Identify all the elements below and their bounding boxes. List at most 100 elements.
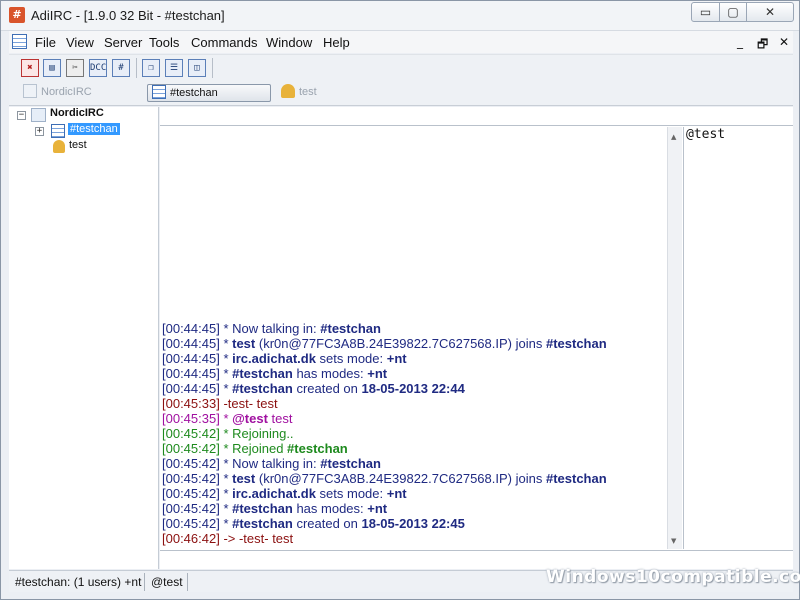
menu-help[interactable]: Help xyxy=(323,35,350,50)
message-line: [00:45:42] * #testchan has modes: +nt xyxy=(162,501,387,516)
message-line: [00:45:33] -test- test xyxy=(162,396,278,411)
message-line: [00:45:42] * Rejoined #testchan xyxy=(162,441,348,456)
status-separator xyxy=(144,573,145,591)
status-separator xyxy=(187,573,188,591)
status-nick: @test xyxy=(151,575,183,589)
minimize-button[interactable]: ▭ xyxy=(691,2,720,22)
tile-vertical-icon[interactable]: ◫ xyxy=(188,59,206,77)
message-text: * Now talking in: xyxy=(219,456,321,471)
message-line: [00:45:42] * test (kr0n@77FC3A8B.24E3982… xyxy=(162,471,607,486)
message-timestamp: [00:44:45] xyxy=(162,351,220,366)
cascade-windows-icon[interactable]: ❐ xyxy=(142,59,160,77)
menu-server[interactable]: Server xyxy=(104,35,142,50)
disconnect-icon[interactable]: ✖ xyxy=(21,59,39,77)
mdi-close-icon[interactable]: ✕ xyxy=(779,35,789,49)
server-icon xyxy=(23,84,37,98)
status-channel-info: #testchan: (1 users) +nt xyxy=(15,575,142,589)
message-text: * xyxy=(219,411,233,426)
topic-bar[interactable] xyxy=(160,107,793,126)
switchbar-tab-channel[interactable]: #testchan xyxy=(147,84,271,102)
message-text: @test xyxy=(232,411,268,426)
message-timestamp: [00:45:42] xyxy=(162,426,220,441)
message-line: [00:46:42] -> -test- test xyxy=(162,531,293,546)
server-icon xyxy=(31,108,46,122)
maximize-button[interactable]: ▢ xyxy=(719,2,747,22)
message-timestamp: [00:45:42] xyxy=(162,441,220,456)
message-line: [00:45:42] * #testchan created on 18-05-… xyxy=(162,516,465,531)
toolbar: ✖ ▤ ✂ DCC # ❐ ☰ ◫ xyxy=(9,54,793,80)
message-scrollbar[interactable]: ▲ ▼ xyxy=(667,127,682,549)
message-text: * xyxy=(219,516,233,531)
message-text: * xyxy=(219,381,233,396)
tile-horizontal-icon[interactable]: ☰ xyxy=(165,59,183,77)
message-text: 18-05-2013 22:45 xyxy=(361,516,465,531)
menu-view[interactable]: View xyxy=(66,35,94,50)
message-timestamp: [00:45:35] xyxy=(162,411,220,426)
message-line: [00:45:42] * Now talking in: #testchan xyxy=(162,456,381,471)
join-channel-icon[interactable]: # xyxy=(112,59,130,77)
message-timestamp: [00:45:42] xyxy=(162,471,220,486)
options-tools-icon[interactable]: ✂ xyxy=(66,59,84,77)
switchbar: NordicIRC #testchan test xyxy=(9,80,793,106)
message-text: * xyxy=(219,351,233,366)
toolbar-separator xyxy=(136,58,137,78)
app-window: # AdiIRC - [1.9.0 32 Bit - #testchan] ▭ … xyxy=(0,0,800,600)
tree-channel-node[interactable]: #testchan xyxy=(68,123,120,135)
switchbar-channel-label: #testchan xyxy=(170,87,218,99)
message-timestamp: [00:44:45] xyxy=(162,336,220,351)
channel-list-icon[interactable]: ▤ xyxy=(43,59,61,77)
message-text: * xyxy=(219,471,233,486)
message-text: test xyxy=(267,411,293,426)
switchbar-tab-query[interactable]: test xyxy=(277,84,337,102)
channel-window-icon[interactable] xyxy=(12,34,27,49)
message-text: #testchan xyxy=(287,441,348,456)
treebar: − NordicIRC + #testchan test xyxy=(9,107,159,569)
watermark: Windows10compatible.com xyxy=(546,567,800,587)
message-line: [00:44:45] * Now talking in: #testchan xyxy=(162,321,381,336)
switchbar-query-label: test xyxy=(299,86,317,98)
menu-window[interactable]: Window xyxy=(266,35,312,50)
tree-query-node[interactable]: test xyxy=(69,139,87,151)
mdi-restore-icon[interactable]: 🗗 xyxy=(757,35,768,56)
window-title: AdiIRC - [1.9.0 32 Bit - #testchan] xyxy=(31,8,225,23)
message-text: (kr0n@77FC3A8B.24E39822.7C627568.IP) joi… xyxy=(255,471,546,486)
message-text: +nt xyxy=(367,366,388,381)
message-text: #testchan xyxy=(232,516,293,531)
message-text: test xyxy=(232,336,256,351)
user-icon xyxy=(53,140,65,153)
switchbar-server-label: NordicIRC xyxy=(41,86,92,98)
menu-commands[interactable]: Commands xyxy=(191,35,257,50)
message-text: #testchan xyxy=(320,321,381,336)
channel-window: [00:44:45] * Now talking in: #testchan [0… xyxy=(160,107,793,569)
collapse-server-icon[interactable]: − xyxy=(17,111,26,120)
switchbar-tab-server[interactable]: NordicIRC xyxy=(19,84,149,102)
message-text: #testchan xyxy=(232,366,293,381)
message-text: #testchan xyxy=(320,456,381,471)
channel-icon xyxy=(51,124,65,138)
tree-server-node[interactable]: NordicIRC xyxy=(50,107,104,119)
message-text: * Now talking in: xyxy=(219,321,321,336)
title-bar[interactable]: # AdiIRC - [1.9.0 32 Bit - #testchan] ▭ … xyxy=(1,1,799,31)
message-text: 18-05-2013 22:44 xyxy=(361,381,465,396)
message-text: irc.adichat.dk xyxy=(232,351,316,366)
message-timestamp: [00:45:42] xyxy=(162,456,220,471)
dcc-icon[interactable]: DCC xyxy=(89,59,107,77)
expand-channel-icon[interactable]: + xyxy=(35,127,44,136)
message-text: #testchan xyxy=(232,381,293,396)
message-text: * xyxy=(219,366,233,381)
message-line: [00:44:45] * #testchan has modes: +nt xyxy=(162,366,387,381)
menu-file[interactable]: File xyxy=(35,35,56,50)
message-text: sets mode: xyxy=(315,351,387,366)
message-text: test xyxy=(232,471,256,486)
message-text: has modes: xyxy=(292,501,368,516)
scroll-down-icon[interactable]: ▼ xyxy=(671,537,676,545)
message-line: [00:44:45] * test (kr0n@77FC3A8B.24E3982… xyxy=(162,336,607,351)
mdi-minimize-icon[interactable]: _ xyxy=(737,35,743,49)
message-text: created on xyxy=(292,381,362,396)
message-area[interactable]: [00:44:45] * Now talking in: #testchan [0… xyxy=(160,127,668,549)
menu-tools[interactable]: Tools xyxy=(149,35,179,50)
scroll-up-icon[interactable]: ▲ xyxy=(671,133,676,141)
close-button[interactable]: ✕ xyxy=(746,2,794,22)
nicklist-item[interactable]: @test xyxy=(686,127,725,142)
message-line: [00:45:42] * irc.adichat.dk sets mode: +… xyxy=(162,486,407,501)
